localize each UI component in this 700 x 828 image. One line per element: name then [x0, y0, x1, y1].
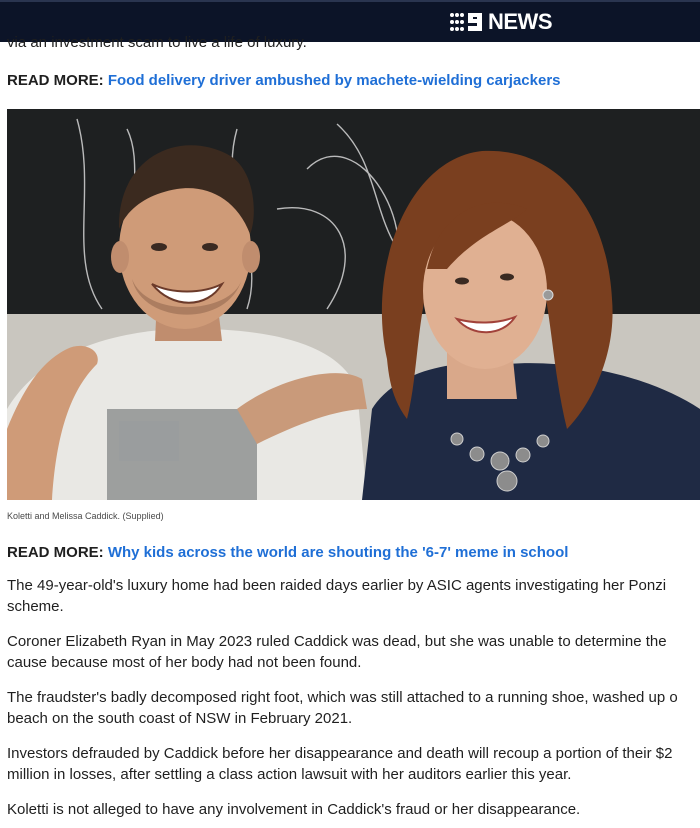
paragraph-investors: Investors defrauded by Caddick before he… [7, 745, 673, 783]
read-more-label: READ MORE: [7, 544, 104, 561]
read-more-2: READ MORE: Why kids across the world are… [7, 543, 568, 563]
paragraph-raid: The 49-year-old's luxury home had been r… [7, 577, 667, 615]
article-photo [7, 109, 700, 500]
paragraph-coroner: Coroner Elizabeth Ryan in May 2023 ruled… [7, 633, 667, 671]
read-more-link-carjackers[interactable]: Food delivery driver ambushed by machete… [108, 72, 561, 89]
photo-caption: Koletti and Melissa Caddick. (Supplied) [7, 511, 164, 521]
read-more-link-meme[interactable]: Why kids across the world are shouting t… [108, 544, 569, 561]
read-more-1: READ MORE: Food delivery driver ambushed… [7, 71, 561, 91]
read-more-label: READ MORE: [7, 72, 104, 89]
paragraph-foot: The fraudster's badly decomposed right f… [7, 689, 678, 727]
paragraph-koletti: Koletti is not alleged to have any invol… [7, 801, 581, 818]
logo-text: NEWS [488, 9, 553, 34]
cut-off-paragraph: via an investment scam to live a life of… [7, 34, 307, 51]
nine-dots-logo-icon [450, 13, 482, 31]
nine-news-logo[interactable]: NEWS [449, 9, 553, 34]
photo-koletti-caddick [7, 109, 700, 500]
